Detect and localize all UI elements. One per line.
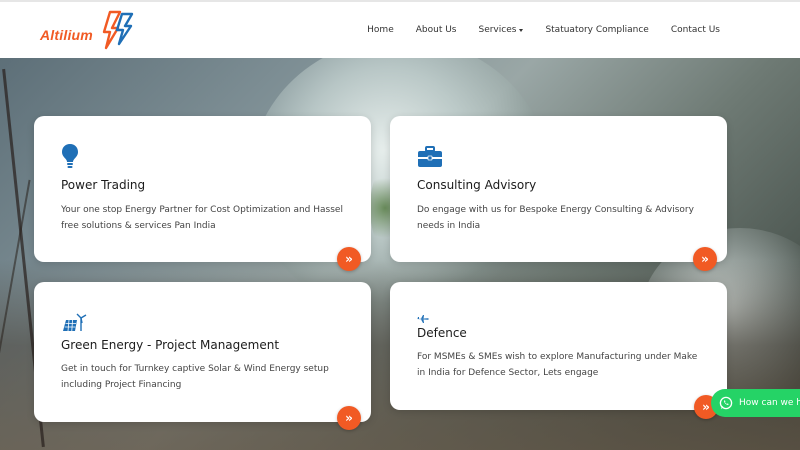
main-nav: Home About Us Services Statuatory Compli… [367,2,720,58]
card-arrow-button[interactable]: » [693,247,717,271]
jet-icon [417,315,429,323]
card-title: Green Energy - Project Management [61,338,280,352]
caret-down-icon [519,29,524,32]
logo[interactable]: Altilium [40,8,140,52]
nav-about-us[interactable]: About Us [416,25,457,35]
nav-services[interactable]: Services [478,25,524,35]
nav-statuatory-compliance[interactable]: Statuatory Compliance [545,25,648,35]
service-card-green-energy[interactable]: Green Energy - Project Management Get in… [34,282,371,430]
nav-contact-us[interactable]: Contact Us [671,25,720,35]
whatsapp-label: How can we h [739,398,800,408]
card-description: Do engage with us for Bespoke Energy Con… [417,205,694,231]
card-description: Get in touch for Turnkey captive Solar &… [61,364,329,390]
lightning-logo-icon [102,10,134,50]
briefcase-icon [418,146,442,167]
card-arrow-button[interactable]: » [337,406,361,430]
double-chevron-right-icon: » [345,411,353,425]
card-description: Your one stop Energy Partner for Cost Op… [61,205,343,231]
lightbulb-icon [62,144,78,168]
nav-home[interactable]: Home [367,25,394,35]
service-card-defence[interactable]: Defence For MSMEs & SMEs wish to explore… [390,282,727,410]
card-description: For MSMEs & SMEs wish to explore Manufac… [417,352,698,378]
card-arrow-button[interactable]: » [337,247,361,271]
card-title: Power Trading [61,178,146,192]
logo-text: Altilium [40,27,93,43]
double-chevron-right-icon: » [345,252,353,266]
card-title: Consulting Advisory [417,178,537,192]
site-header: Altilium Home About Us Services Statuato… [0,2,800,58]
service-card-consulting-advisory[interactable]: Consulting Advisory Do engage with us fo… [390,116,727,271]
whatsapp-chat-button[interactable]: How can we h [711,389,800,417]
double-chevron-right-icon: » [701,252,709,266]
whatsapp-icon [719,396,733,410]
solar-wind-icon [63,313,87,332]
double-chevron-right-icon: » [702,400,710,414]
card-title: Defence [417,326,467,340]
service-card-power-trading[interactable]: Power Trading Your one stop Energy Partn… [34,116,371,271]
